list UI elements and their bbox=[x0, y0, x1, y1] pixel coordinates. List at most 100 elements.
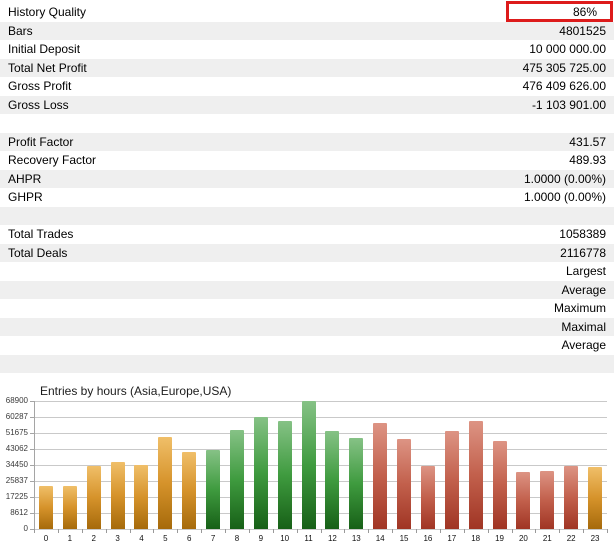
row-value: 1.0000 (0.00%) bbox=[523, 171, 606, 186]
x-axis-label: 2 bbox=[91, 534, 96, 543]
x-axis-label: 11 bbox=[304, 534, 313, 543]
bar-hour-17-usa bbox=[444, 431, 459, 529]
y-axis-label: 68900 bbox=[5, 396, 28, 405]
y-axis-line bbox=[34, 401, 35, 529]
gridline bbox=[34, 401, 607, 402]
table-row-blank bbox=[0, 354, 614, 373]
row-label: GHPR bbox=[8, 190, 43, 205]
bar-hour-2-asia bbox=[86, 465, 101, 529]
row-value: 10 000 000.00 bbox=[529, 42, 606, 57]
x-axis-tick bbox=[511, 529, 513, 533]
y-axis-label: 8612 bbox=[10, 508, 28, 517]
bar-hour-0-asia bbox=[38, 485, 53, 529]
table-row-gross-loss: Gross Loss -1 103 901.00 bbox=[0, 95, 614, 114]
bar-hour-8-europe bbox=[229, 430, 244, 529]
row-value: 1.0000 (0.00%) bbox=[523, 190, 606, 205]
x-axis-label: 16 bbox=[423, 534, 433, 543]
x-axis-label: 0 bbox=[43, 534, 49, 543]
row-value: Average bbox=[561, 338, 606, 353]
x-axis-tick bbox=[177, 529, 179, 533]
y-axis-label: 17225 bbox=[5, 492, 28, 501]
x-axis-tick bbox=[105, 529, 107, 533]
entries-by-hours-chart: Entries by hours (Asia,Europe,USA) 0 8612… bbox=[0, 380, 614, 551]
x-axis-label: 6 bbox=[186, 534, 192, 543]
x-axis-tick bbox=[487, 529, 489, 533]
x-axis-label: 17 bbox=[447, 534, 457, 543]
bar-hour-22-usa bbox=[564, 466, 579, 529]
table-row-blank bbox=[0, 206, 614, 225]
y-axis-label: 51675 bbox=[5, 428, 28, 437]
bar-hour-16-usa bbox=[420, 466, 435, 529]
x-axis-tick bbox=[34, 529, 35, 533]
bar-hour-14-usa bbox=[373, 422, 388, 529]
x-axis-label: 10 bbox=[280, 534, 290, 543]
x-axis-tick bbox=[559, 529, 561, 533]
bar-hour-1-asia bbox=[62, 485, 77, 529]
x-axis-tick bbox=[344, 529, 346, 533]
table-row-maximum: Maximum bbox=[0, 299, 614, 318]
x-axis-tick bbox=[439, 529, 441, 533]
row-label: Gross Profit bbox=[8, 79, 72, 94]
x-axis-label: 12 bbox=[327, 534, 337, 543]
x-axis-label: 9 bbox=[258, 534, 264, 543]
row-value: 4801525 bbox=[559, 23, 606, 38]
x-axis-tick bbox=[272, 529, 274, 533]
row-value: Maximum bbox=[553, 301, 606, 316]
row-label: Initial Deposit bbox=[8, 42, 81, 57]
row-value: 489.93 bbox=[569, 153, 606, 168]
bar-hour-4-asia bbox=[134, 464, 149, 529]
row-label: Gross Loss bbox=[8, 97, 69, 112]
table-row-ghpr: GHPR 1.0000 (0.00%) bbox=[0, 188, 614, 207]
x-axis-label: 13 bbox=[351, 534, 361, 543]
bar-hour-3-asia bbox=[110, 461, 125, 529]
x-axis-label: 14 bbox=[375, 534, 385, 543]
table-row-bars: Bars 4801525 bbox=[0, 21, 614, 40]
y-axis-label: 60287 bbox=[5, 412, 28, 421]
x-axis-tick bbox=[368, 529, 370, 533]
x-axis-tick bbox=[57, 529, 59, 533]
bar-hour-9-europe bbox=[253, 416, 268, 529]
bar-hour-18-usa bbox=[468, 421, 483, 529]
row-label: History Quality bbox=[8, 5, 87, 20]
table-row-recovery-factor: Recovery Factor 489.93 bbox=[0, 151, 614, 170]
row-label: Total Trades bbox=[8, 227, 74, 242]
x-axis-tick bbox=[81, 529, 83, 533]
x-axis-tick bbox=[463, 529, 465, 533]
x-axis-tick bbox=[392, 529, 394, 533]
row-label: Total Net Profit bbox=[8, 60, 87, 75]
y-axis-label: 34450 bbox=[5, 460, 28, 469]
table-row-total-deals: Total Deals 2116778 bbox=[0, 243, 614, 262]
table-row-largest: Largest bbox=[0, 262, 614, 281]
table-row-average: Average bbox=[0, 336, 614, 355]
bar-hour-15-usa bbox=[397, 438, 412, 529]
table-row-history-quality: History Quality 86% bbox=[0, 3, 614, 22]
x-axis-tick bbox=[320, 529, 322, 533]
table-row-average: Average bbox=[0, 280, 614, 299]
row-value: Maximal bbox=[561, 319, 606, 334]
row-value: 1058389 bbox=[559, 227, 606, 242]
y-axis-label: 25837 bbox=[5, 476, 28, 485]
chart-title: Entries by hours (Asia,Europe,USA) bbox=[40, 384, 232, 398]
row-value: Largest bbox=[565, 264, 606, 279]
bar-hour-19-usa bbox=[492, 441, 507, 529]
x-axis-label: 21 bbox=[542, 534, 552, 543]
table-row-initial-deposit: Initial Deposit 10 000 000.00 bbox=[0, 40, 614, 59]
bar-hour-11-europe bbox=[301, 401, 316, 529]
bar-hour-21-usa bbox=[540, 470, 555, 529]
x-axis-tick bbox=[416, 529, 417, 533]
row-value: 2116778 bbox=[560, 245, 606, 260]
x-axis-label: 4 bbox=[139, 534, 144, 543]
table-row-total-net-profit: Total Net Profit 475 305 725.00 bbox=[0, 58, 614, 77]
x-axis-label: 5 bbox=[163, 534, 168, 543]
bar-hour-7-europe bbox=[206, 449, 221, 529]
row-value: 475 305 725.00 bbox=[522, 60, 606, 75]
bar-hour-23-asia bbox=[588, 466, 603, 529]
x-axis-label: 23 bbox=[590, 534, 600, 543]
bar-hour-20-usa bbox=[516, 472, 531, 529]
x-axis-tick bbox=[225, 529, 226, 533]
table-row-profit-factor: Profit Factor 431.57 bbox=[0, 132, 614, 151]
row-label: AHPR bbox=[8, 171, 42, 186]
x-axis-tick bbox=[296, 529, 298, 533]
x-axis-tick bbox=[607, 529, 608, 533]
x-axis-label: 1 bbox=[67, 534, 73, 543]
